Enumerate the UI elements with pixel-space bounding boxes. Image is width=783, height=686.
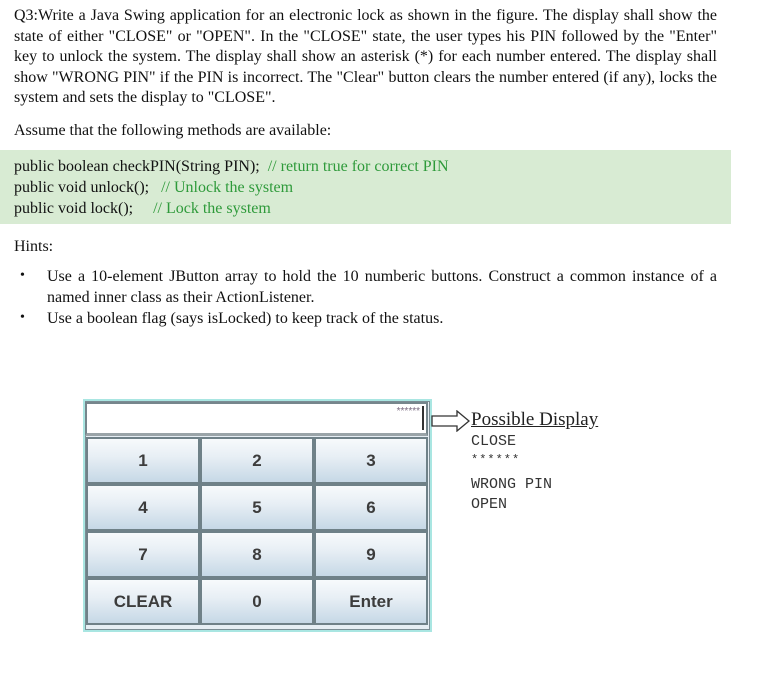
code-line: public void unlock(); // Unlock the syst… xyxy=(14,178,293,198)
hints-title: Hints: xyxy=(14,238,54,255)
digit-button-9[interactable]: 9 xyxy=(314,531,428,578)
hint-item: Use a 10-element JButton array to hold t… xyxy=(47,268,717,306)
digit-button-5[interactable]: 5 xyxy=(200,484,314,531)
bullet-icon: • xyxy=(20,310,25,325)
code-text: public void unlock(); xyxy=(14,179,162,196)
digit-button-3[interactable]: 3 xyxy=(314,437,428,484)
question-paragraph: Q3:Write a Java Swing application for an… xyxy=(14,7,717,107)
code-box: public boolean checkPIN(String PIN); // … xyxy=(0,150,731,224)
possible-display-item: WRONG PIN xyxy=(471,476,553,493)
code-comment: // return true for correct PIN xyxy=(267,158,449,175)
display-text: ****** xyxy=(396,406,420,417)
bullet-icon: • xyxy=(20,268,25,283)
possible-display-title: Possible Display xyxy=(471,409,599,430)
code-text: public boolean checkPIN(String PIN); xyxy=(14,158,268,175)
hint-item: Use a boolean flag (says isLocked) to ke… xyxy=(47,310,444,327)
digit-button-1[interactable]: 1 xyxy=(86,437,200,484)
right-arrow-outline-icon xyxy=(431,410,471,432)
digit-button-6[interactable]: 6 xyxy=(314,484,428,531)
digit-button-0[interactable]: 0 xyxy=(200,578,314,625)
digit-button-7[interactable]: 7 xyxy=(86,531,200,578)
text-caret xyxy=(422,406,424,430)
code-line: public boolean checkPIN(String PIN); // … xyxy=(14,157,449,177)
pin-display-field[interactable]: ****** xyxy=(85,402,428,436)
possible-display-item: CLOSE xyxy=(471,433,517,450)
code-text: public void lock(); xyxy=(14,200,154,217)
enter-button[interactable]: Enter xyxy=(314,578,428,625)
digit-button-4[interactable]: 4 xyxy=(86,484,200,531)
assume-text: Assume that the following methods are av… xyxy=(14,122,332,139)
code-comment: // Lock the system xyxy=(153,200,271,217)
code-line: public void lock(); // Lock the system xyxy=(14,199,271,219)
possible-display-item: OPEN xyxy=(471,496,508,513)
clear-button[interactable]: CLEAR xyxy=(86,578,200,625)
digit-button-8[interactable]: 8 xyxy=(200,531,314,578)
possible-display-item: ****** xyxy=(471,453,521,467)
digit-button-2[interactable]: 2 xyxy=(200,437,314,484)
code-comment: // Unlock the system xyxy=(161,179,294,196)
